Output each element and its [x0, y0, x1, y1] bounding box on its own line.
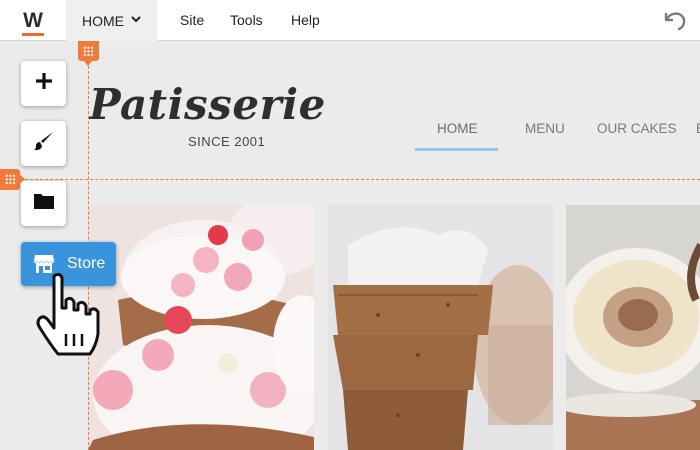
plus-icon [34, 71, 54, 96]
hand-cursor-icon [36, 272, 106, 360]
horizontal-guide-line [0, 179, 700, 180]
chevron-down-icon [131, 15, 141, 26]
folder-icon [33, 192, 55, 215]
menu-tools[interactable]: Tools [230, 0, 263, 41]
app-logo[interactable]: W [0, 0, 66, 41]
design-button[interactable] [21, 121, 66, 166]
cappuccino-photo[interactable] [566, 205, 700, 450]
page-dropdown-label: HOME [82, 12, 124, 29]
vertical-guide-handle[interactable] [78, 41, 99, 66]
storefront-icon [33, 254, 55, 274]
site-nav-our-cakes[interactable]: OUR CAKES [597, 121, 677, 136]
menu-help[interactable]: Help [291, 0, 320, 41]
site-title[interactable]: Patisserie [89, 80, 326, 129]
undo-icon[interactable] [660, 8, 688, 32]
site-nav-home[interactable]: HOME [437, 121, 478, 136]
horizontal-guide-handle[interactable] [0, 169, 25, 190]
store-button-label: Store [67, 255, 106, 272]
site-tagline[interactable]: SINCE 2001 [188, 134, 265, 149]
active-nav-indicator [415, 148, 498, 151]
brush-icon [33, 130, 55, 157]
menu-site[interactable]: Site [180, 0, 204, 41]
site-nav-menu[interactable]: MENU [525, 121, 565, 136]
files-button[interactable] [21, 181, 66, 226]
page-dropdown[interactable]: HOME [66, 0, 157, 41]
cookies-photo[interactable] [328, 205, 553, 450]
editor-toolbar: W HOME Site Tools Help [0, 0, 700, 41]
cupcakes-photo[interactable] [88, 205, 314, 450]
add-element-button[interactable] [21, 61, 66, 106]
site-nav-more[interactable]: E [696, 121, 700, 136]
logo-letter: W [22, 9, 44, 36]
